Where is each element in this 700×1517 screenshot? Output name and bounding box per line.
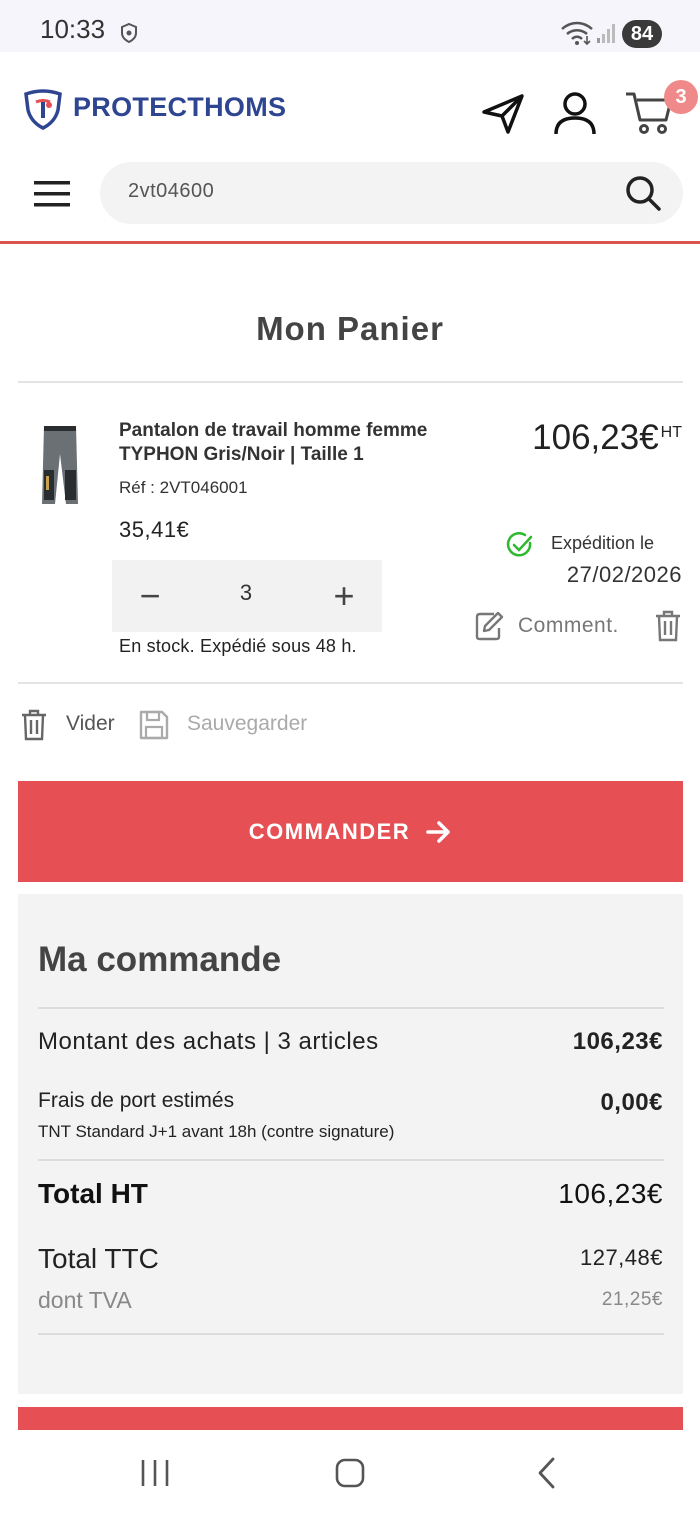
tva-label: dont TVA (38, 1287, 132, 1313)
summary-title: Ma commande (38, 940, 282, 979)
stock-status: En stock. Expédié sous 48 h. (119, 636, 357, 656)
shipping-cost-value: 0,00€ (600, 1089, 663, 1116)
hamburger-menu-icon[interactable] (32, 178, 72, 210)
divider (38, 1333, 664, 1335)
divider (18, 381, 683, 383)
secondary-checkout-button[interactable] (18, 1407, 683, 1430)
total-ttc-value: 127,48€ (579, 1245, 663, 1270)
shipping-method: TNT Standard J+1 avant 18h (contre signa… (38, 1122, 395, 1141)
home-icon[interactable] (334, 1456, 366, 1490)
signal-icon (597, 24, 615, 43)
header-divider (0, 241, 700, 244)
trash-icon[interactable] (20, 709, 48, 741)
clear-cart-button[interactable]: Vider (66, 712, 115, 736)
line-total-value: 106,23€ (532, 418, 659, 457)
save-icon[interactable] (138, 709, 170, 741)
arrow-right-icon (426, 820, 450, 843)
product-reference: Réf : 2VT046001 (119, 478, 248, 497)
status-time: 10:33 (40, 14, 106, 44)
brand-logo-icon[interactable] (22, 88, 64, 130)
comment-button[interactable]: Comment. (518, 614, 619, 638)
shipping-cost-label: Frais de port estimés (38, 1089, 235, 1112)
edit-comment-icon[interactable] (474, 610, 504, 642)
delete-item-icon[interactable] (654, 610, 682, 642)
purchases-value: 106,23€ (572, 1028, 663, 1055)
divider (38, 1159, 664, 1161)
total-ht-value: 106,23€ (558, 1178, 663, 1209)
send-icon[interactable] (480, 92, 526, 136)
shipping-label: Expédition le (551, 533, 655, 553)
quantity-value[interactable]: 3 (216, 580, 276, 606)
cart-count-badge[interactable]: 3 (664, 80, 698, 114)
quantity-decrease-button[interactable]: − (132, 574, 168, 618)
account-icon[interactable] (552, 90, 598, 136)
total-ttc-label: Total TTC (38, 1243, 159, 1274)
save-cart-button[interactable]: Sauvegarder (187, 712, 307, 736)
wifi-icon (561, 21, 593, 46)
brand-name[interactable]: PROTECTHOMS (73, 92, 286, 123)
checkout-button[interactable]: COMMANDER (18, 781, 683, 882)
purchases-label: Montant des achats | 3 articles (38, 1028, 379, 1055)
shield-status-icon (121, 22, 137, 44)
recent-apps-icon[interactable] (138, 1458, 172, 1488)
divider (38, 1007, 664, 1009)
product-name[interactable]: Pantalon de travail homme femme TYPHON G… (119, 419, 469, 467)
page-title: Mon Panier (256, 310, 444, 347)
line-total: 106,23€ HT (470, 418, 682, 458)
line-total-suffix: HT (660, 424, 682, 441)
back-icon[interactable] (535, 1456, 559, 1490)
search-query-text[interactable]: 2vt04600 (128, 180, 214, 203)
divider (18, 682, 683, 684)
checkout-button-label: COMMANDER (248, 818, 411, 844)
tva-value: 21,25€ (601, 1289, 663, 1310)
shipping-date: 27/02/2026 (566, 562, 682, 587)
check-circle-icon (506, 532, 533, 557)
search-icon[interactable] (624, 174, 662, 212)
unit-price: 35,41€ (119, 517, 190, 542)
quantity-increase-button[interactable]: + (326, 574, 362, 618)
total-ht-label: Total HT (38, 1178, 148, 1209)
battery-level: 84 (622, 20, 662, 48)
product-image[interactable] (38, 424, 82, 508)
